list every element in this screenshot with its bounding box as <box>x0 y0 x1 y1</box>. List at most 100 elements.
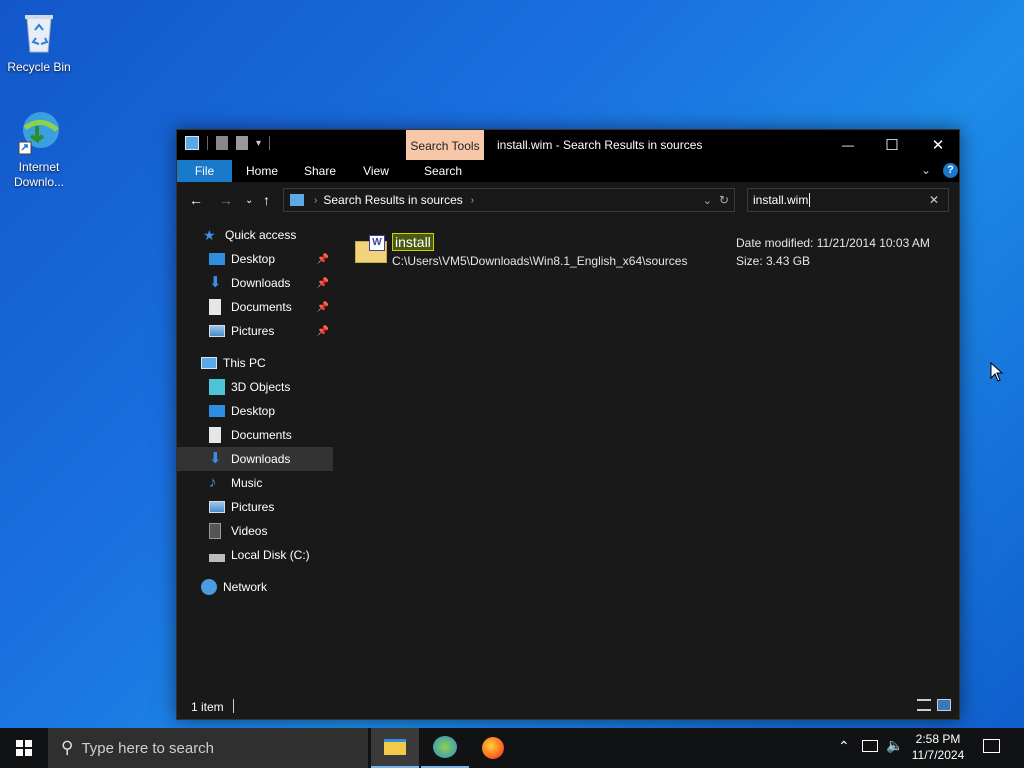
nav-desktop[interactable]: Desktop <box>177 399 333 423</box>
wim-file-icon: W <box>355 235 387 263</box>
window-title: install.wim - Search Results in sources <box>497 138 703 152</box>
minimize-button[interactable]: — <box>825 130 871 160</box>
desktop-icon <box>209 253 225 265</box>
documents-icon <box>209 299 221 315</box>
properties-icon[interactable] <box>216 136 228 150</box>
internet-download-manager-icon <box>433 736 457 758</box>
nav-network[interactable]: Network <box>177 575 333 599</box>
downloads-icon: ⬇ <box>209 450 222 467</box>
nav-documents[interactable]: Documents <box>177 423 333 447</box>
address-dropdown-icon[interactable]: ⌄ <box>703 194 712 207</box>
folder-icon[interactable] <box>185 136 199 150</box>
nav-quick-access[interactable]: ★ Quick access <box>177 223 333 247</box>
taskbar-search-box[interactable]: ⚲ Type here to search <box>48 728 368 768</box>
title-bar[interactable]: ▾ Search Tools install.wim - Search Resu… <box>177 130 959 160</box>
taskbar: ⚲ Type here to search ⌃ 🔈 2:58 PM 11/7/2… <box>0 728 1024 768</box>
search-folder-icon <box>290 194 304 206</box>
clock[interactable]: 2:58 PM 11/7/2024 <box>906 731 970 763</box>
refresh-icon[interactable]: ↻ <box>719 193 729 207</box>
forward-button[interactable]: → <box>219 192 233 208</box>
network-status-icon[interactable] <box>862 740 878 752</box>
breadcrumb[interactable]: Search Results in sources <box>323 193 462 207</box>
nav-this-pc[interactable]: This PC <box>177 351 333 375</box>
windows-logo-icon <box>16 740 32 756</box>
show-hidden-icons-button[interactable]: ⌃ <box>838 738 850 755</box>
nav-item-label: Pictures <box>231 324 275 338</box>
taskbar-file-explorer[interactable] <box>371 728 419 768</box>
search-tools-context-tab: Search Tools <box>406 130 484 160</box>
nav-item-label: Music <box>231 476 263 490</box>
search-box[interactable]: install.wim ✕ <box>747 188 949 212</box>
taskbar-firefox[interactable] <box>469 728 517 768</box>
nav-3d-objects[interactable]: 3D Objects <box>177 375 333 399</box>
tab-search[interactable]: Search <box>413 160 473 182</box>
nav-pictures[interactable]: Pictures <box>177 495 333 519</box>
pin-icon[interactable]: 📌 <box>317 278 329 289</box>
close-button[interactable]: ✕ <box>915 130 961 160</box>
search-results-pane[interactable]: W install C:\Users\VM5\Downloads\Win8.1_… <box>333 219 959 694</box>
search-input[interactable]: install.wim <box>753 193 811 207</box>
file-name[interactable]: install <box>392 233 434 251</box>
tab-home[interactable]: Home <box>237 160 287 182</box>
nav-music[interactable]: ♪ Music <box>177 471 333 495</box>
clock-time: 2:58 PM <box>915 732 961 746</box>
address-bar[interactable]: › Search Results in sources › ⌄ ↻ <box>283 188 735 212</box>
nav-item-label: Documents <box>231 300 292 314</box>
back-button[interactable]: ← <box>189 192 203 208</box>
nav-downloads[interactable]: ⬇ Downloads <box>177 447 333 471</box>
separator <box>269 136 271 150</box>
nav-quick-documents[interactable]: Documents 📌 <box>177 295 333 319</box>
expand-ribbon-icon[interactable]: ⌄ <box>921 163 931 177</box>
taskbar-internet-download-manager[interactable] <box>421 728 469 768</box>
nav-quick-pictures[interactable]: Pictures 📌 <box>177 319 333 343</box>
navigation-pane: ★ Quick access Desktop 📌 ⬇ Downloads 📌 D… <box>177 219 333 694</box>
status-separator <box>233 699 234 713</box>
desktop-icon-recycle-bin[interactable]: Recycle Bin <box>1 8 77 75</box>
up-button[interactable]: ↑ <box>263 192 270 208</box>
music-icon: ♪ <box>209 474 217 491</box>
file-size: Size: 3.43 GB <box>736 254 811 268</box>
nav-item-label: Quick access <box>225 228 297 242</box>
tab-file[interactable]: File <box>177 160 232 182</box>
pictures-icon <box>209 325 225 337</box>
help-icon[interactable]: ? <box>943 163 958 178</box>
customize-toolbar-icon[interactable]: ▾ <box>256 138 261 149</box>
nav-item-label: This PC <box>223 356 266 370</box>
star-icon: ★ <box>203 227 216 243</box>
nav-quick-desktop[interactable]: Desktop 📌 <box>177 247 333 271</box>
videos-icon <box>209 523 221 539</box>
pin-icon[interactable]: 📌 <box>317 326 329 337</box>
start-button[interactable] <box>0 728 48 768</box>
nav-item-label: Videos <box>231 524 268 538</box>
nav-videos[interactable]: Videos <box>177 519 333 543</box>
action-center-icon[interactable] <box>983 739 1000 753</box>
nav-item-label: Desktop <box>231 252 276 266</box>
tab-share[interactable]: Share <box>295 160 345 182</box>
maximize-button[interactable]: ☐ <box>869 130 915 160</box>
nav-item-label: Documents <box>231 428 292 442</box>
desktop-icon <box>209 405 225 417</box>
search-icon: ⚲ <box>61 738 74 757</box>
large-icons-view-icon[interactable] <box>937 699 951 711</box>
details-view-icon[interactable] <box>917 699 931 711</box>
pictures-icon <box>209 501 225 513</box>
pin-icon[interactable]: 📌 <box>317 254 329 265</box>
new-folder-icon[interactable] <box>236 136 248 150</box>
recent-locations-button[interactable]: ⌄ <box>245 195 253 206</box>
desktop-icon-internet-download-manager[interactable]: Internet Downlo... <box>1 108 77 190</box>
ribbon-tabs: File Home Share View Search ⌄ ? <box>177 160 959 182</box>
nav-item-label: Downloads <box>231 276 291 290</box>
file-explorer-window[interactable]: ▾ Search Tools install.wim - Search Resu… <box>176 129 960 720</box>
date-modified: Date modified: 11/21/2014 10:03 AM <box>736 236 930 250</box>
clear-search-icon[interactable]: ✕ <box>929 193 939 207</box>
volume-icon[interactable]: 🔈 <box>886 737 903 754</box>
pin-icon[interactable]: 📌 <box>317 302 329 313</box>
downloads-icon: ⬇ <box>209 274 222 291</box>
nav-quick-downloads[interactable]: ⬇ Downloads 📌 <box>177 271 333 295</box>
nav-local-disk[interactable]: Local Disk (C:) <box>177 543 333 567</box>
tab-view[interactable]: View <box>351 160 401 182</box>
file-path: C:\Users\VM5\Downloads\Win8.1_English_x6… <box>392 254 688 268</box>
mouse-cursor-icon <box>990 362 1004 382</box>
nav-item-label: Local Disk (C:) <box>231 548 310 562</box>
firefox-icon <box>482 737 504 759</box>
